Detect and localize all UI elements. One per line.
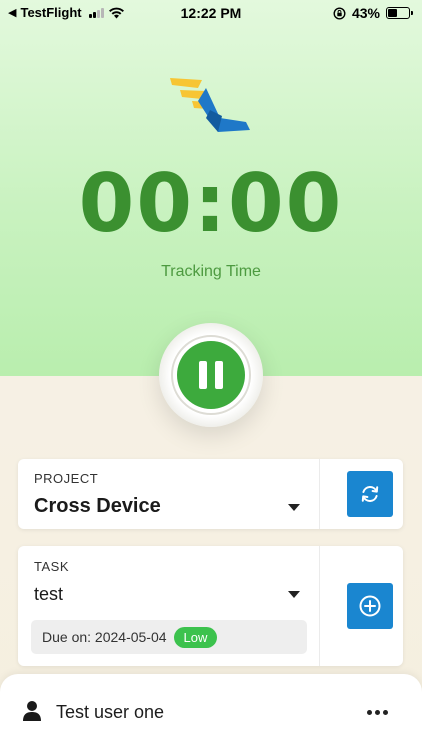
task-card-divider [319, 546, 320, 666]
tracking-time-label: Tracking Time [161, 263, 261, 280]
pause-icon-bar-left [199, 361, 207, 389]
pause-button-ring [171, 335, 251, 415]
task-select[interactable]: test [34, 584, 63, 605]
battery-percent: 43% [351, 5, 380, 21]
pause-icon-bar-right [215, 361, 223, 389]
due-date-text: Due on: 2024-05-04 [42, 629, 167, 645]
orientation-lock-icon [333, 6, 346, 20]
project-dropdown-caret-icon[interactable] [288, 504, 300, 511]
battery-icon [386, 7, 413, 19]
status-bar: ◀ TestFlight 12:22 PM 43% [0, 0, 422, 26]
user-icon [23, 701, 41, 721]
project-card: PROJECT Cross Device [18, 459, 403, 529]
add-task-button[interactable] [347, 583, 393, 629]
project-label: PROJECT [34, 471, 99, 486]
refresh-projects-button[interactable] [347, 471, 393, 517]
project-card-divider [319, 459, 320, 529]
more-horizontal-icon[interactable] [367, 710, 388, 715]
task-dropdown-caret-icon[interactable] [288, 591, 300, 598]
pause-button-container [159, 323, 263, 427]
task-due-info: Due on: 2024-05-04 Low [31, 620, 307, 654]
user-bar: Test user one [0, 674, 422, 750]
app-logo-icon [170, 78, 250, 132]
elapsed-time-display: 00:00 [78, 157, 344, 250]
add-circle-icon [359, 595, 381, 617]
refresh-icon [361, 486, 379, 502]
task-label: TASK [34, 559, 69, 574]
priority-badge: Low [173, 626, 218, 648]
task-card: TASK test Due on: 2024-05-04 Low [18, 546, 403, 666]
pause-button[interactable] [177, 341, 245, 409]
user-name: Test user one [56, 702, 165, 722]
project-select[interactable]: Cross Device [34, 495, 161, 518]
